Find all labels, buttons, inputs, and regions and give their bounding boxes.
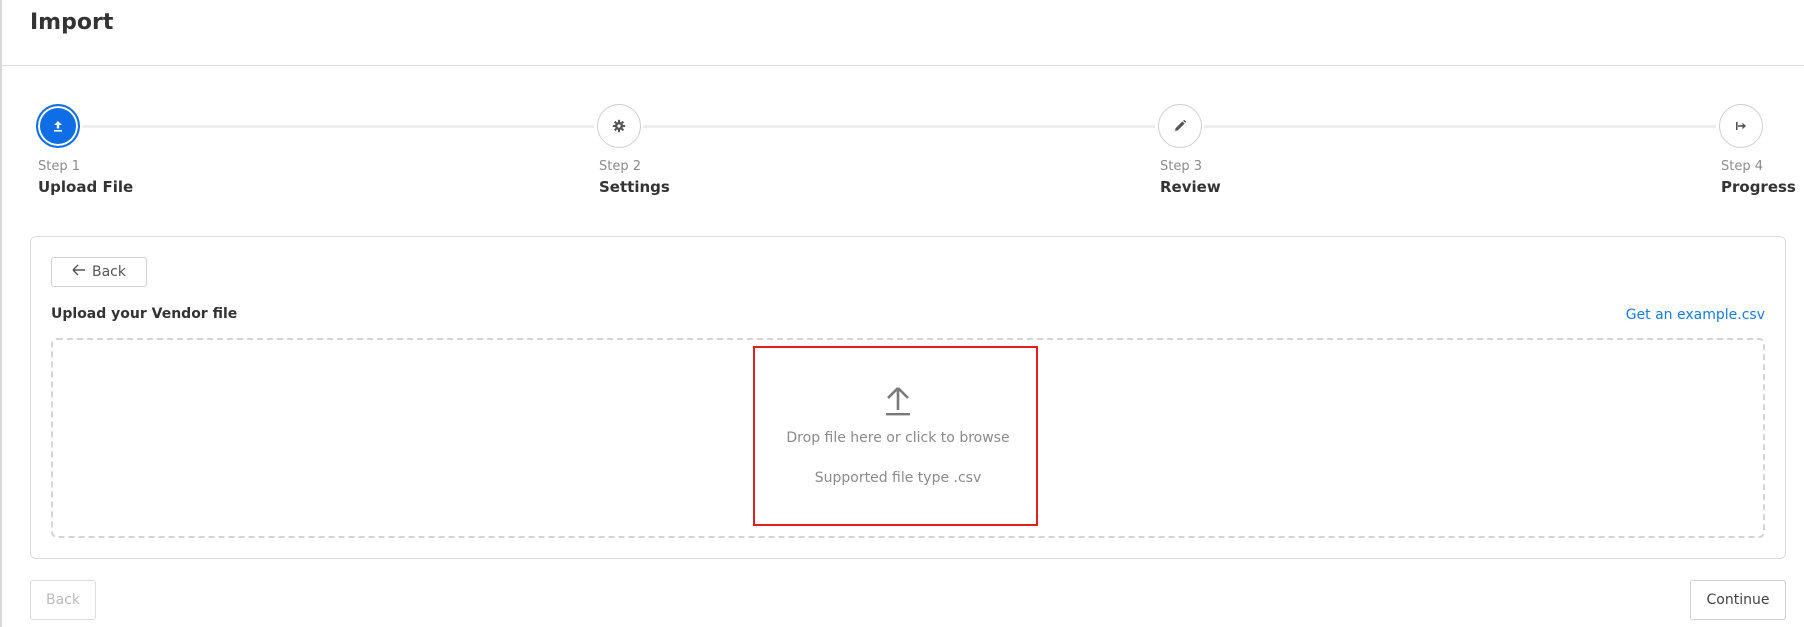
step-4-label: Step 4 — [1721, 159, 1764, 174]
gear-icon — [612, 119, 626, 133]
import-stepper: Step 1 Upload File Step 2 Settings Step … — [0, 104, 1804, 204]
step-3-name: Review — [1160, 178, 1221, 196]
dropzone-subtext: Supported file type .csv — [814, 470, 982, 486]
step-3-circle[interactable] — [1158, 104, 1202, 148]
step-1-label: Step 1 — [38, 159, 81, 174]
step-connector — [1204, 125, 1716, 128]
window-edge — [0, 0, 2, 627]
back-button[interactable]: Back — [51, 257, 147, 287]
page-title: Import — [30, 10, 114, 35]
step-2-label: Step 2 — [599, 159, 642, 174]
page-header: Import — [0, 0, 1804, 66]
pencil-icon — [1173, 119, 1187, 133]
example-csv-link[interactable]: Get an example.csv — [1626, 307, 1765, 323]
upload-arrow-icon — [884, 386, 912, 420]
step-2-circle[interactable] — [597, 104, 641, 148]
step-1-circle[interactable] — [36, 104, 80, 148]
step-4-circle[interactable] — [1719, 104, 1763, 148]
dropzone-content: Drop file here or click to browse Suppor… — [755, 348, 1041, 528]
step-connector — [82, 125, 594, 128]
dropzone-text: Drop file here or click to browse — [786, 430, 1010, 446]
upload-icon — [51, 119, 65, 133]
step-connector — [643, 125, 1155, 128]
upload-card: Back Upload your Vendor file Get an exam… — [30, 236, 1786, 559]
upload-heading: Upload your Vendor file — [51, 306, 238, 322]
step-3-label: Step 3 — [1160, 159, 1203, 174]
step-1-name: Upload File — [38, 178, 134, 196]
step-2-name: Settings — [599, 178, 670, 196]
back-button-label: Back — [92, 264, 126, 280]
file-dropzone[interactable]: Drop file here or click to browse Suppor… — [51, 338, 1765, 538]
export-arrow-icon — [1734, 119, 1748, 133]
step-4-name: Progress — [1721, 178, 1796, 196]
footer-back-button[interactable]: Back — [30, 580, 96, 620]
arrow-left-icon — [72, 264, 86, 280]
continue-button[interactable]: Continue — [1690, 580, 1786, 620]
